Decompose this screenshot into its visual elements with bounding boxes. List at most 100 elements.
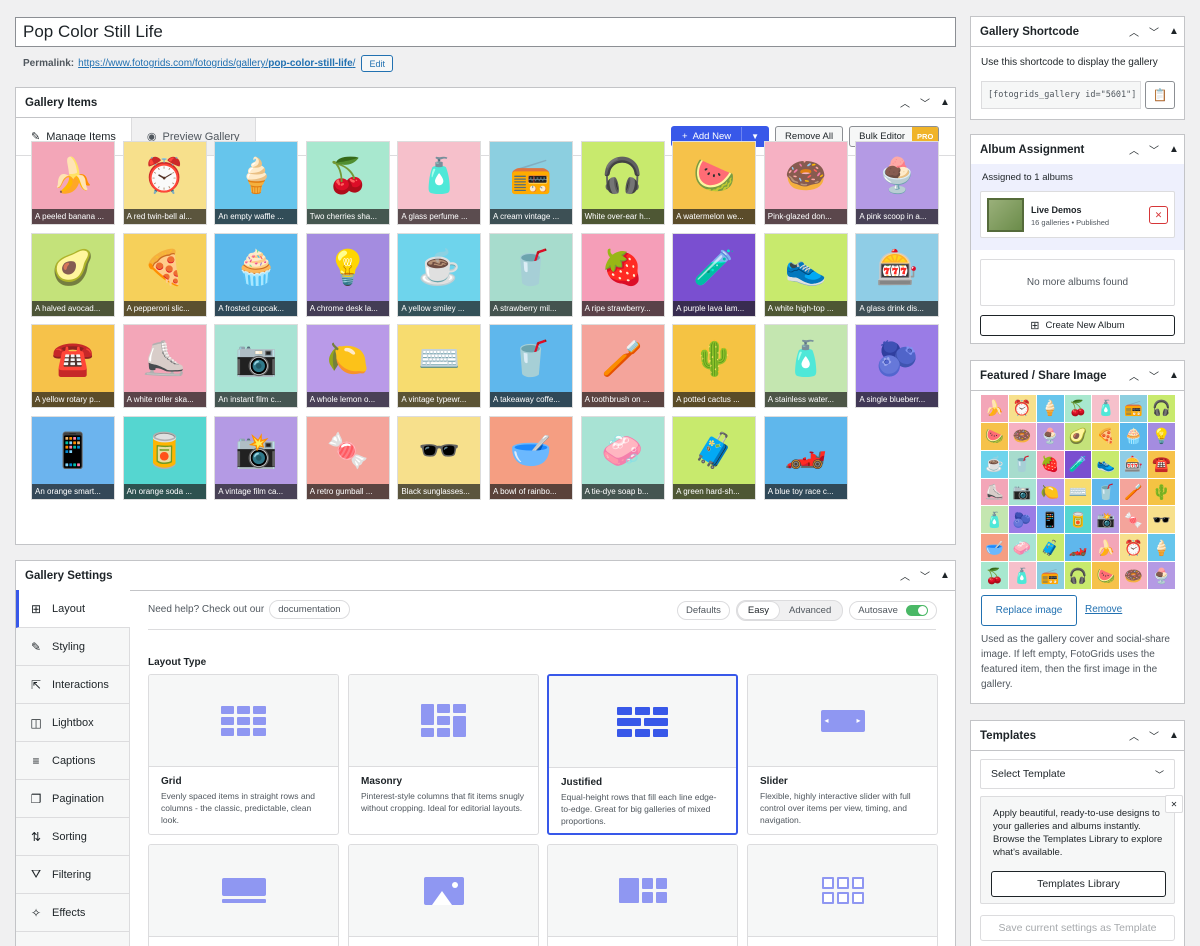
collage-tile: 📻 [1120,395,1148,422]
permalink-link[interactable]: https://www.fotogrids.com/fotogrids/gall… [78,58,355,69]
collage-tile: 🎰 [1120,450,1148,478]
collage-tile: 🎧 [1064,562,1092,589]
gallery-thumbnail[interactable]: 🧪 A purple lava lam... [672,232,757,317]
templates-library-button[interactable]: Templates Library [991,871,1166,897]
gallery-thumbnail[interactable]: 🕶️ Black sunglasses... [397,415,482,500]
easy-mode-option[interactable]: Easy [737,602,779,619]
gallery-thumbnail[interactable]: 🎧 White over-ear h... [580,141,665,225]
gallery-thumbnail[interactable]: ☎️ A yellow rotary p... [31,324,115,408]
settings-nav-filtering[interactable]: ⛛ Filtering [16,856,129,894]
settings-nav-styling[interactable]: ✎ Styling [16,628,129,666]
settings-nav-lightbox[interactable]: ◫ Lightbox [16,704,129,742]
gallery-thumbnail[interactable]: 🥑 A halved avocad... [31,232,115,317]
chevron-down-icon[interactable]: ﹀ [1144,728,1164,743]
chevron-up-icon[interactable]: ︿ [895,95,915,110]
gallery-thumbnail[interactable]: 📷 An instant film c... [214,324,299,408]
layout-card-banner[interactable] [148,844,339,946]
advanced-mode-option[interactable]: Advanced [779,605,841,616]
thumbnail-caption: An orange soda ... [123,483,206,499]
gallery-thumbnail[interactable]: 🌵 A potted cactus ... [672,324,757,408]
chevron-up-icon[interactable]: ︿ [1124,24,1144,39]
gallery-thumbnail[interactable]: 🍩 Pink-glazed don... [763,141,848,225]
remove-album-icon[interactable]: ✕ [1149,206,1168,224]
chevron-up-icon[interactable]: ︿ [895,568,915,583]
gallery-thumbnail[interactable]: 🥤 A takeaway coffe... [488,324,573,408]
collapse-toggle-icon[interactable]: ▲ [1164,26,1184,37]
gallery-thumbnail[interactable]: 🧁 A frosted cupcak... [214,232,299,317]
replace-image-button[interactable]: Replace image [981,595,1077,626]
documentation-link[interactable]: documentation [269,600,350,619]
gallery-thumbnail[interactable]: 💡 A chrome desk la... [305,232,390,317]
layout-card-polaroid[interactable] [747,844,938,946]
settings-nav-captions[interactable]: ≡ Captions [16,742,129,780]
gallery-thumbnail[interactable]: 📻 A cream vintage ... [488,141,573,225]
thumbnail-caption: Two cherries sha... [306,209,389,224]
chevron-down-icon[interactable]: ﹀ [1144,368,1164,383]
gallery-thumbnail[interactable]: 🥫 An orange soda ... [122,415,207,500]
gallery-thumbnail[interactable]: 🪥 A toothbrush on ... [580,324,665,408]
chevron-down-icon[interactable]: ﹀ [1144,24,1164,39]
settings-nav-pagination[interactable]: ❐ Pagination [16,780,129,818]
chevron-up-icon[interactable]: ︿ [1124,368,1144,383]
gallery-thumbnail[interactable]: 🍦 An empty waffle ... [214,141,299,225]
layout-card-slider[interactable]: ◂ ▸ Slider Flexible, highly interactive s… [747,674,938,835]
gallery-thumbnail[interactable]: 🧳 A green hard-sh... [672,415,757,500]
create-album-button[interactable]: ⊞ Create New Album [980,315,1175,336]
gallery-thumbnail[interactable]: 🍒 Two cherries sha... [305,141,390,225]
close-icon[interactable]: ✕ [1165,795,1183,813]
gallery-thumbnail[interactable]: 🥤 A strawberry mil... [488,232,573,317]
collapse-toggle-icon[interactable]: ▲ [1164,370,1184,381]
gallery-thumbnail[interactable]: ⛸️ A white roller ska... [122,324,207,408]
layout-card-single[interactable] [348,844,539,946]
gallery-thumbnail[interactable]: 🫐 A single blueberr... [855,324,940,408]
layout-card-mosaic[interactable] [547,844,738,946]
post-title-input[interactable]: Pop Color Still Life [15,17,956,47]
layout-card-masonry[interactable]: Masonry Pinterest-style columns that fit… [348,674,539,835]
gallery-thumbnail[interactable]: 🍕 A pepperoni slic... [122,232,207,317]
chevron-up-icon[interactable]: ︿ [1124,728,1144,743]
chevron-down-icon[interactable]: ﹀ [1144,142,1164,157]
settings-nav-sorting[interactable]: ⇅ Sorting [16,818,129,856]
gallery-thumbnail[interactable]: 🧴 A glass perfume ... [397,141,482,225]
gallery-thumbnail[interactable]: 📱 An orange smart... [31,415,115,500]
gallery-thumbnail[interactable]: 🍬 A retro gumball ... [305,415,390,500]
gallery-thumbnail[interactable]: ☕ A yellow smiley ... [397,232,482,317]
gallery-thumbnail[interactable]: 🍋 A whole lemon o... [305,324,390,408]
shortcode-field[interactable]: [fotogrids_gallery id="5601"] [981,81,1141,109]
thumbnail-caption: A green hard-sh... [673,483,756,499]
gallery-thumbnail[interactable]: 🍉 A watermelon we... [672,141,757,225]
save-template-button[interactable]: Save current settings as Template [980,915,1175,941]
gallery-thumbnail[interactable]: 📸 A vintage film ca... [214,415,299,500]
gallery-thumbnail[interactable]: 🧴 A stainless water... [763,324,848,408]
autosave-toggle[interactable]: Autosave [849,601,937,620]
layout-card-grid[interactable]: Grid Evenly spaced items in straight row… [148,674,339,835]
collapse-toggle-icon[interactable]: ▲ [1164,144,1184,155]
settings-nav-interactions[interactable]: ⇱ Interactions [16,666,129,704]
gallery-thumbnail[interactable]: 🍨 A pink scoop in a... [855,141,940,225]
gallery-thumbnail[interactable]: ⌨️ A vintage typewr... [397,324,482,408]
thumbnail-caption: A frosted cupcak... [215,300,298,316]
gallery-thumbnail[interactable]: 🍌 A peeled banana ... [31,141,115,225]
template-select[interactable]: Select Template ﹀ [980,759,1175,789]
gallery-thumbnail[interactable]: 🎰 A glass drink dis... [855,232,940,317]
gallery-thumbnail[interactable]: ⏰ A red twin-bell al... [122,141,207,225]
clipboard-icon[interactable]: 📋 [1145,81,1175,109]
gallery-thumbnail[interactable]: 🧼 A tie-dye soap b... [580,415,665,500]
thumbnail-image: 💡 [326,248,369,287]
chevron-down-icon[interactable]: ﹀ [915,568,935,583]
settings-nav-layout[interactable]: ⊞ Layout [16,590,130,628]
remove-image-link[interactable]: Remove [1085,604,1122,615]
gallery-thumbnail[interactable]: 👟 A white high-top ... [763,232,848,317]
collapse-toggle-icon[interactable]: ▲ [1164,730,1184,741]
chevron-down-icon[interactable]: ﹀ [915,95,935,110]
collapse-toggle-icon[interactable]: ▲ [935,97,955,108]
layout-card-justified[interactable]: Justified Equal-height rows that fill ea… [547,674,738,835]
collapse-toggle-icon[interactable]: ▲ [935,570,955,581]
settings-nav-effects[interactable]: ✧ Effects [16,894,129,932]
gallery-thumbnail[interactable]: 🍓 A ripe strawberry... [580,232,665,317]
gallery-thumbnail[interactable]: 🏎️ A blue toy race c... [763,415,848,500]
gallery-thumbnail[interactable]: 🥣 A bowl of rainbo... [488,415,573,500]
permalink-edit-button[interactable]: Edit [361,55,393,72]
chevron-up-icon[interactable]: ︿ [1124,142,1144,157]
defaults-button[interactable]: Defaults [677,601,730,620]
